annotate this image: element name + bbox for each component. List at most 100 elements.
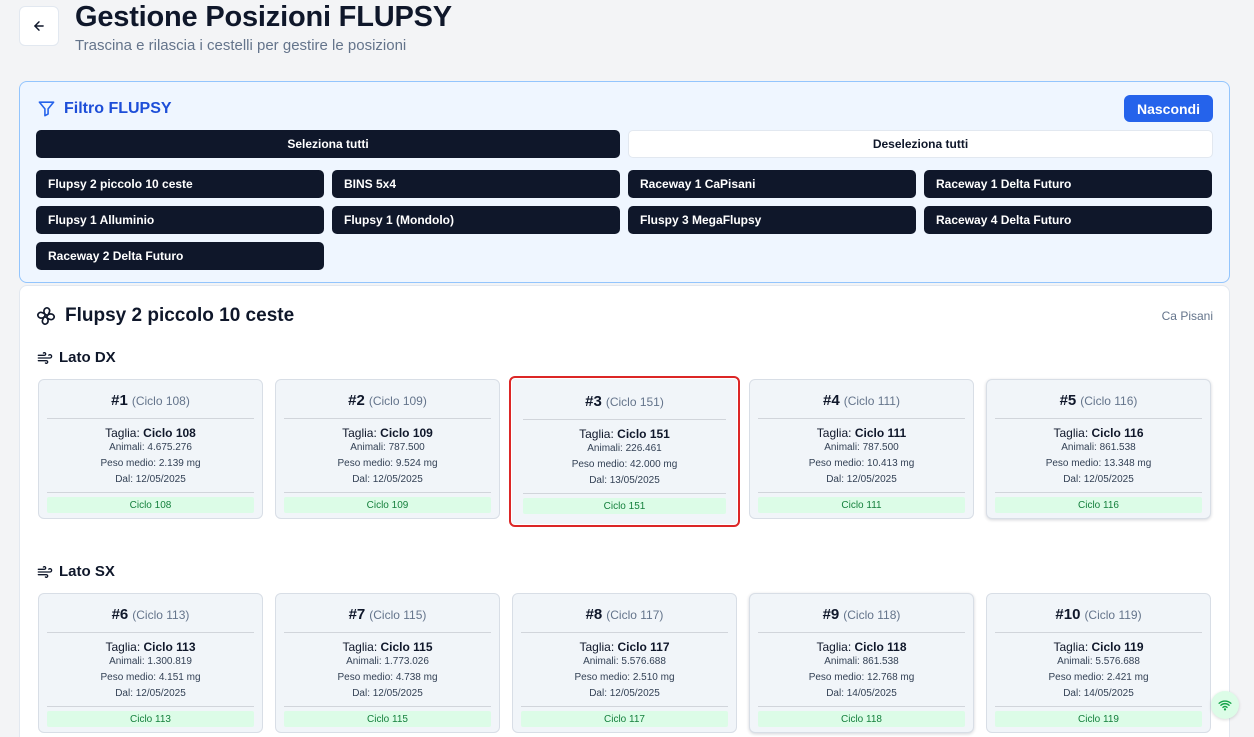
divider (47, 418, 254, 419)
animals-count: Animali: 861.538 (824, 656, 899, 667)
flupsy-chip[interactable]: Raceway 1 CaPisani (628, 170, 916, 198)
deselect-all-button[interactable]: Deseleziona tutti (628, 130, 1213, 158)
start-date: Dal: 14/05/2025 (826, 688, 897, 699)
position-cycle: (Ciclo 151) (605, 395, 664, 409)
position-number: #4 (823, 392, 840, 409)
divider (995, 632, 1202, 633)
position-cycle: (Ciclo 115) (369, 608, 427, 622)
connection-status-button[interactable] (1211, 691, 1239, 719)
taglia-label: Taglia: (579, 427, 614, 441)
divider (995, 418, 1202, 419)
flupsy-chip[interactable]: Raceway 2 Delta Futuro (36, 242, 324, 270)
cycle-badge: Ciclo 116 (995, 497, 1202, 513)
position-number: #6 (111, 606, 129, 623)
taglia-value: Ciclo 109 (380, 426, 433, 440)
position-cycle: (Ciclo 117) (606, 608, 664, 622)
average-weight: Peso medio: 9.524 mg (337, 458, 438, 469)
flupsy-chip[interactable]: Fluspy 3 MegaFlupsy (628, 206, 916, 234)
position-cycle: (Ciclo 113) (132, 608, 190, 622)
position-grid-dx: #1 (Ciclo 108) Taglia: Ciclo 108 Animali:… (38, 376, 1211, 527)
start-date: Dal: 12/05/2025 (352, 688, 423, 699)
position-number: #2 (348, 392, 365, 409)
flupsy-chip[interactable]: Flupsy 1 (Mondolo) (332, 206, 620, 234)
divider (521, 632, 728, 633)
position-card[interactable]: #9 (Ciclo 118) Taglia: Ciclo 118 Animali:… (749, 593, 974, 733)
animals-count: Animali: 4.675.276 (109, 442, 192, 453)
hide-filter-button[interactable]: Nascondi (1123, 95, 1213, 122)
taglia-value: Ciclo 117 (617, 640, 670, 654)
start-date: Dal: 12/05/2025 (115, 474, 186, 485)
flupsy-chip[interactable]: Raceway 4 Delta Futuro (924, 206, 1212, 234)
position-grid-sx: #6 (Ciclo 113) Taglia: Ciclo 113 Animali:… (38, 593, 1211, 733)
divider (284, 706, 491, 707)
taglia-value: Ciclo 111 (854, 426, 907, 440)
flupsy-chip[interactable]: Flupsy 2 piccolo 10 ceste (36, 170, 324, 198)
position-card[interactable]: #5 (Ciclo 116) Taglia: Ciclo 116 Animali:… (986, 379, 1211, 519)
average-weight: Peso medio: 13.348 mg (1045, 458, 1152, 469)
position-card[interactable]: #7 (Ciclo 115) Taglia: Ciclo 115 Animali:… (275, 593, 500, 733)
cycle-badge: Ciclo 113 (47, 711, 254, 727)
position-card[interactable]: #2 (Ciclo 109) Taglia: Ciclo 109 Animali:… (275, 379, 500, 519)
divider (758, 632, 965, 633)
animals-count: Animali: 787.500 (824, 442, 899, 453)
divider (523, 419, 726, 420)
average-weight: Peso medio: 10.413 mg (808, 458, 915, 469)
flupsy-filter-panel: Filtro FLUPSY Nascondi Seleziona tutti D… (19, 81, 1230, 283)
cycle-badge: Ciclo 115 (284, 711, 491, 727)
side-title: Lato SX (59, 563, 115, 580)
flupsy-chip[interactable]: Flupsy 1 Alluminio (36, 206, 324, 234)
back-button[interactable] (19, 6, 59, 46)
flupsy-chip[interactable]: Raceway 1 Delta Futuro (924, 170, 1212, 198)
divider (284, 418, 491, 419)
flupsy-chip[interactable]: BINS 5x4 (332, 170, 620, 198)
taglia: Taglia: Ciclo 116 (1053, 426, 1143, 440)
average-weight: Peso medio: 42.000 mg (571, 459, 678, 470)
wind-icon (37, 565, 53, 578)
divider (47, 492, 254, 493)
flupsy-chip-list: Flupsy 2 piccolo 10 ceste BINS 5x4 Racew… (36, 170, 1213, 270)
position-card[interactable]: #6 (Ciclo 113) Taglia: Ciclo 113 Animali:… (38, 593, 263, 733)
taglia-value: Ciclo 113 (143, 640, 196, 654)
position-card-selected[interactable]: #3 (Ciclo 151) Taglia: Ciclo 151 Animali:… (509, 376, 740, 527)
cycle-badge: Ciclo 119 (995, 711, 1202, 727)
taglia-value: Ciclo 119 (1091, 640, 1144, 654)
filter-title: Filtro FLUPSY (64, 99, 172, 117)
taglia: Taglia: Ciclo 111 (817, 426, 906, 440)
taglia-label: Taglia: (342, 426, 377, 440)
position-card[interactable]: #4 (Ciclo 111) Taglia: Ciclo 111 Animali:… (749, 379, 974, 519)
wifi-icon (1218, 700, 1232, 711)
position-cycle: (Ciclo 116) (1080, 394, 1138, 408)
start-date: Dal: 14/05/2025 (1063, 688, 1134, 699)
divider (47, 706, 254, 707)
position-number: #10 (1055, 606, 1081, 623)
position-card[interactable]: #10 (Ciclo 119) Taglia: Ciclo 119 Animali… (986, 593, 1211, 733)
flupsy-location: Ca Pisani (1161, 309, 1213, 323)
divider (995, 706, 1202, 707)
divider (758, 418, 965, 419)
position-card[interactable]: #8 (Ciclo 117) Taglia: Ciclo 117 Animali:… (512, 593, 737, 733)
taglia-value: Ciclo 108 (143, 426, 196, 440)
position-number: #8 (585, 606, 603, 623)
taglia: Taglia: Ciclo 108 (105, 426, 196, 440)
fan-icon (37, 307, 55, 325)
average-weight: Peso medio: 4.738 mg (337, 672, 438, 683)
taglia-label: Taglia: (816, 640, 852, 654)
taglia-label: Taglia: (1053, 426, 1089, 440)
start-date: Dal: 12/05/2025 (826, 474, 897, 485)
position-card[interactable]: #1 (Ciclo 108) Taglia: Ciclo 108 Animali:… (38, 379, 263, 519)
animals-count: Animali: 787.500 (350, 442, 425, 453)
taglia-label: Taglia: (105, 640, 141, 654)
taglia-label: Taglia: (105, 426, 140, 440)
select-all-button[interactable]: Seleziona tutti (36, 130, 620, 158)
taglia: Taglia: Ciclo 109 (342, 426, 433, 440)
filter-icon (38, 101, 55, 117)
divider (47, 632, 254, 633)
position-cycle: (Ciclo 111) (843, 394, 900, 408)
taglia-value: Ciclo 118 (854, 640, 907, 654)
start-date: Dal: 12/05/2025 (115, 688, 186, 699)
start-date: Dal: 12/05/2025 (589, 688, 660, 699)
animals-count: Animali: 861.538 (1061, 442, 1136, 453)
divider (523, 493, 726, 494)
divider (284, 492, 491, 493)
taglia: Taglia: Ciclo 151 (579, 427, 670, 441)
